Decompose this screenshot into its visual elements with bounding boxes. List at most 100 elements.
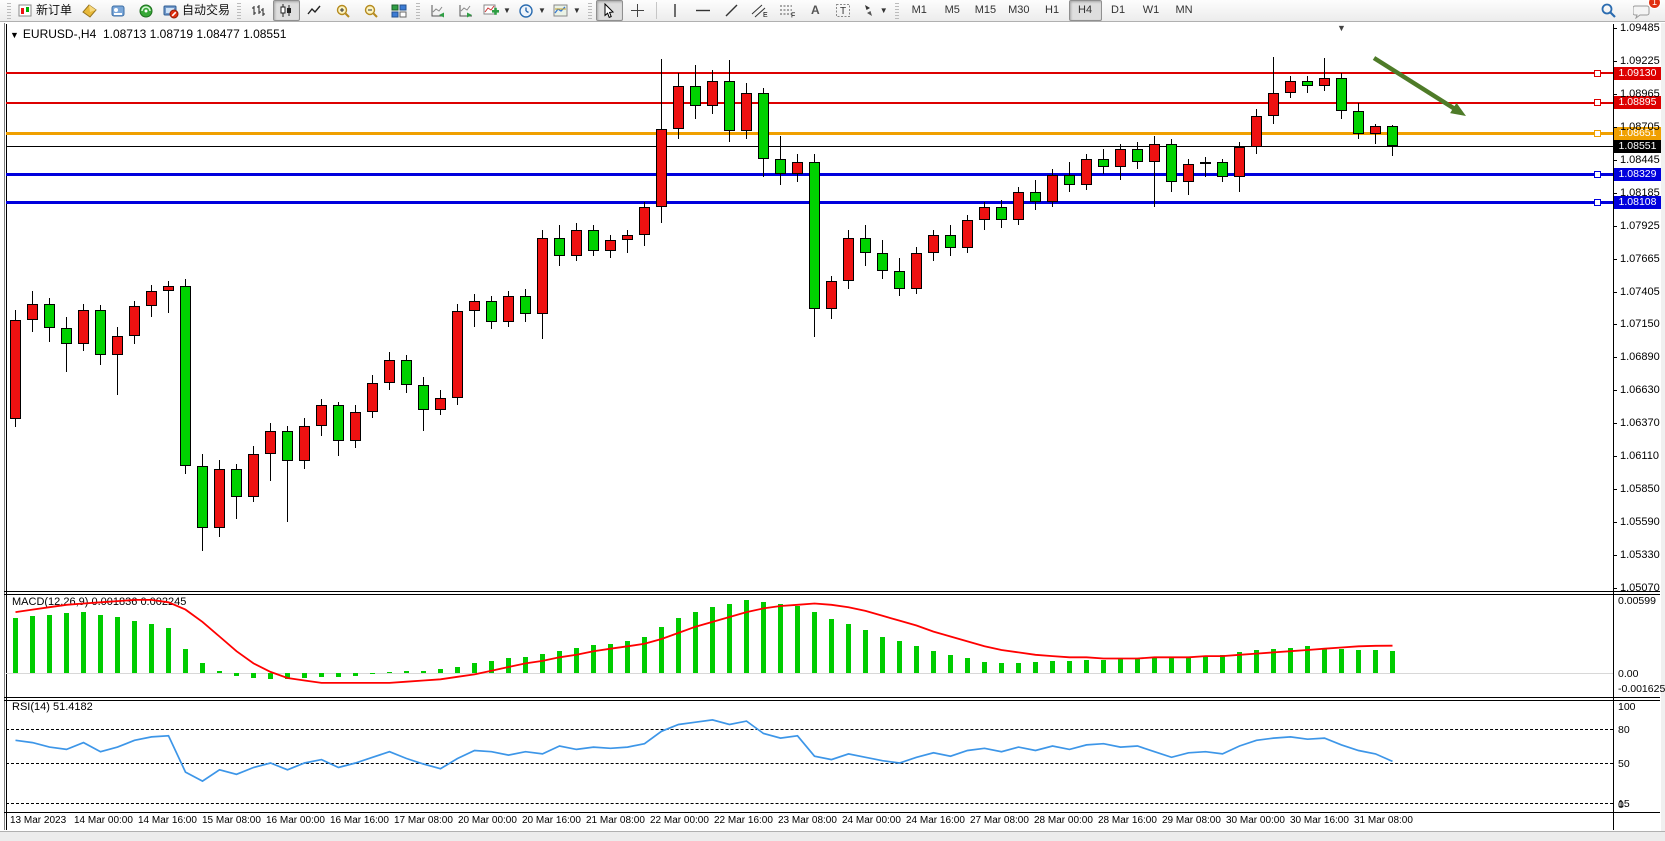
macd-histogram-bar (897, 641, 902, 673)
auto-scroll-button[interactable] (424, 0, 451, 21)
fibonacci-button[interactable]: F (774, 0, 801, 21)
zoom-in-button[interactable] (329, 0, 356, 21)
macd-histogram-bar (574, 648, 579, 674)
svg-text:E: E (763, 12, 768, 18)
chart-title: ▼EURUSD-,H4 1.08713 1.08719 1.08477 1.08… (10, 27, 286, 41)
rsi-level-line (6, 763, 1613, 764)
macd-histogram-bar (1288, 648, 1293, 674)
macd-histogram-bar (217, 671, 222, 673)
candle-bullish (503, 296, 514, 321)
rsi-level-line (6, 803, 1613, 804)
arrows-button[interactable]: ▼ (858, 0, 891, 21)
line-handle[interactable] (1594, 70, 1601, 77)
trend-arrow-annotation[interactable] (1374, 58, 1466, 116)
candle-bearish (95, 310, 106, 354)
bar-chart-button[interactable] (245, 0, 272, 21)
new-order-button[interactable]: 新订单 (15, 0, 75, 21)
autotrading-icon (163, 3, 179, 19)
horizontal-line-button[interactable] (690, 0, 717, 21)
chevron-down-icon: ▼ (503, 1, 511, 20)
candle-bearish (333, 405, 344, 441)
candle-bullish (248, 454, 259, 497)
navigator-button[interactable] (132, 0, 159, 21)
rsi-label: RSI(14) 51.4182 (10, 701, 95, 713)
market-watch-button[interactable] (76, 0, 103, 21)
chart-shift-marker[interactable]: ▼ (1337, 23, 1346, 33)
macd-histogram-bar (472, 663, 477, 673)
periods-button[interactable]: ▼ (515, 0, 549, 21)
y-tick (1613, 94, 1617, 95)
candle-bullish (78, 310, 89, 344)
cursor-button[interactable] (596, 0, 623, 21)
timeframe-m5[interactable]: M5 (936, 0, 969, 21)
date-label: 20 Mar 16:00 (522, 815, 581, 826)
splitter-macd-rsi[interactable] (4, 700, 1660, 701)
line-chart-button[interactable] (301, 0, 328, 21)
candle-bearish (486, 301, 497, 321)
date-label: 30 Mar 16:00 (1290, 815, 1349, 826)
timeframe-m15[interactable]: M15 (969, 0, 1002, 21)
zoom-out-button[interactable] (357, 0, 384, 21)
toolbar-right: 1 (1595, 0, 1661, 21)
arrows-icon (861, 3, 876, 18)
vertical-line-button[interactable] (662, 0, 689, 21)
candle-bullish (741, 93, 752, 131)
candle-bullish (1285, 81, 1296, 94)
candlestick-chart-button[interactable] (273, 0, 300, 21)
timeframe-d1[interactable]: D1 (1102, 0, 1135, 21)
tile-windows-button[interactable] (385, 0, 412, 21)
chart-shift-button[interactable] (452, 0, 479, 21)
date-label: 14 Mar 00:00 (74, 815, 133, 826)
y-tick (1613, 292, 1617, 293)
templates-button[interactable]: ▼ (550, 0, 584, 21)
candle-bearish (1132, 149, 1143, 162)
horizontal-line-object[interactable] (6, 102, 1613, 104)
line-chart-icon (307, 3, 322, 18)
data-window-button[interactable] (104, 0, 131, 21)
autotrading-button[interactable]: 自动交易 (160, 0, 233, 21)
search-button[interactable] (1595, 0, 1622, 21)
text-label-button[interactable]: T (830, 0, 857, 21)
chat-button[interactable]: 1 (1628, 0, 1655, 21)
timeframe-w1[interactable]: W1 (1135, 0, 1168, 21)
splitter-main-macd[interactable] (4, 591, 1660, 592)
equidistant-channel-button[interactable]: E (746, 0, 773, 21)
quote-ohlc-label: 1.08713 1.08719 1.08477 1.08551 (103, 27, 287, 41)
crosshair-button[interactable] (624, 0, 651, 21)
candle-bullish (911, 253, 922, 289)
candle-bearish (1353, 111, 1364, 134)
macd-histogram-bar (795, 606, 800, 673)
timeframe-m30[interactable]: M30 (1002, 0, 1035, 21)
candle-bullish (112, 336, 123, 355)
candle-bearish (877, 253, 888, 271)
splitter-macd-rsi[interactable] (4, 697, 1660, 698)
candle-bullish (1251, 116, 1262, 146)
macd-histogram-bar (1033, 662, 1038, 673)
timeframe-mn[interactable]: MN (1168, 0, 1201, 21)
horizontal-line-object[interactable] (6, 72, 1613, 74)
line-handle[interactable] (1594, 199, 1601, 206)
splitter-main-macd[interactable] (4, 594, 1660, 595)
text-button[interactable]: A (802, 0, 829, 21)
timeframe-m1[interactable]: M1 (903, 0, 936, 21)
timeframe-h1[interactable]: H1 (1036, 0, 1069, 21)
macd-histogram-bar (948, 655, 953, 673)
trendline-button[interactable] (718, 0, 745, 21)
date-label: 16 Mar 00:00 (266, 815, 325, 826)
candle-bullish (707, 81, 718, 106)
candle-bullish (826, 281, 837, 309)
line-handle[interactable] (1594, 99, 1601, 106)
y-tick (1613, 127, 1617, 128)
macd-histogram-bar (965, 658, 970, 673)
indicators-button[interactable]: ▼ (480, 0, 514, 21)
line-handle[interactable] (1594, 171, 1601, 178)
macd-histogram-bar (1067, 661, 1072, 673)
timeframe-h4[interactable]: H4 (1069, 0, 1102, 21)
date-label: 24 Mar 16:00 (906, 815, 965, 826)
candle-bullish (1115, 149, 1126, 167)
macd-histogram-bar (1254, 650, 1259, 673)
line-handle[interactable] (1594, 130, 1601, 137)
candle-bearish (401, 360, 412, 385)
macd-histogram-bar (404, 671, 409, 673)
candle-bullish (1319, 78, 1330, 86)
